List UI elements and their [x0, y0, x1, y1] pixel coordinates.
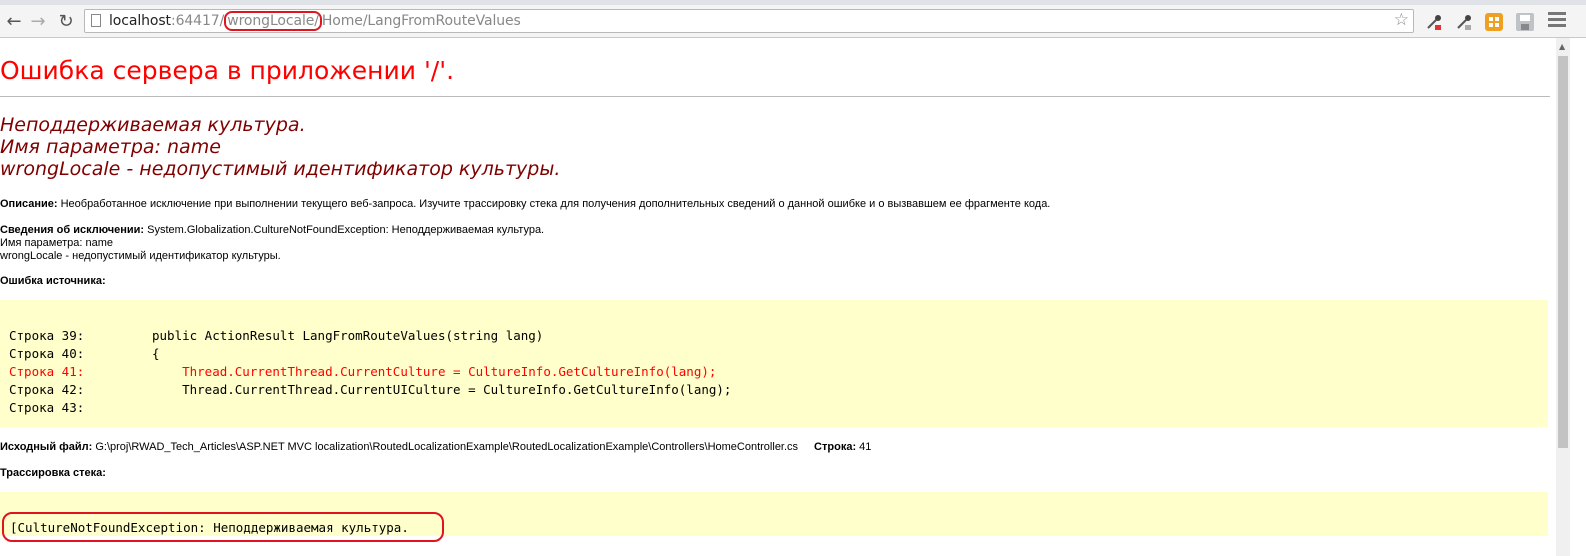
forward-button[interactable]: →	[26, 8, 50, 34]
source-error-label: Ошибка источника:	[0, 275, 106, 287]
message-line: Имя параметра: name	[0, 136, 221, 158]
stack-trace-line: [CultureNotFoundException: Неподдерживае…	[10, 520, 409, 535]
exception-line: wrongLocale - недопустимый идентификатор…	[0, 250, 281, 262]
source-line: Строка 43:	[9, 400, 85, 415]
source-line: Строка 42: Thread.CurrentThread.CurrentU…	[9, 382, 732, 397]
browser-menu-icon[interactable]	[1548, 12, 1566, 32]
exception-text: System.Globalization.CultureNotFoundExce…	[144, 224, 545, 236]
exception-details: Сведения об исключении: System.Globaliza…	[0, 224, 544, 263]
source-file-path: G:\proj\RWAD_Tech_Articles\ASP.NET MVC l…	[92, 441, 799, 453]
page-icon	[91, 14, 101, 27]
url-host: localhost	[109, 13, 171, 29]
source-file-label: Исходный файл:	[0, 441, 93, 453]
scroll-up-icon[interactable]: ▲	[1559, 42, 1565, 51]
bookmark-star-icon[interactable]: ☆	[1394, 10, 1409, 30]
page-content: Ошибка сервера в приложении '/'. Неподде…	[0, 38, 1556, 556]
message-line: wrongLocale - недопустимый идентификатор…	[0, 158, 561, 180]
exception-line: Имя параметра: name	[0, 237, 114, 249]
description-label: Описание:	[0, 198, 58, 210]
url-port: :64417/	[170, 13, 225, 29]
scrollbar-thumb[interactable]	[1558, 56, 1568, 448]
line-number: 41	[856, 441, 872, 453]
source-file-info: Исходный файл: G:\proj\RWAD_Tech_Article…	[0, 441, 871, 454]
url-locale-highlight: wrongLocale/	[224, 11, 322, 31]
error-heading: Ошибка сервера в приложении '/'.	[0, 56, 455, 85]
description-text: Необработанное исключение при выполнении…	[57, 198, 1051, 210]
exception-label: Сведения об исключении:	[0, 224, 145, 236]
reload-button[interactable]: ↻	[54, 8, 78, 34]
vertical-scrollbar[interactable]: ▲	[1556, 38, 1570, 556]
heading-divider	[0, 96, 1550, 97]
message-line: Неподдерживаемая культура.	[0, 114, 306, 136]
source-line: Строка 39: public ActionResult LangFromR…	[9, 328, 544, 343]
url-text[interactable]: localhost:64417/wrongLocale/Home/LangFro…	[109, 11, 521, 31]
back-button[interactable]: ←	[2, 8, 26, 34]
eyedropper-extension-icon[interactable]	[1425, 13, 1443, 31]
line-label: Строка:	[814, 441, 857, 453]
stack-trace-box: [CultureNotFoundException: Неподдерживае…	[0, 492, 1548, 542]
stack-trace-label: Трассировка стека:	[0, 467, 106, 479]
source-code-box: Строка 39: public ActionResult LangFromR…	[0, 300, 1548, 427]
save-page-icon[interactable]	[1516, 13, 1534, 31]
description-block: Описание: Необработанное исключение при …	[0, 198, 1050, 211]
rss-extension-icon[interactable]	[1485, 13, 1503, 31]
address-bar[interactable]: localhost:64417/wrongLocale/Home/LangFro…	[84, 9, 1414, 33]
eyedropper-alt-extension-icon[interactable]	[1455, 13, 1473, 31]
source-line-highlighted: Строка 41: Thread.CurrentThread.CurrentC…	[9, 364, 717, 379]
source-line: Строка 40: {	[9, 346, 160, 361]
error-message: Неподдерживаемая культура. Имя параметра…	[0, 114, 560, 180]
url-path: Home/LangFromRouteValues	[321, 13, 521, 29]
browser-toolbar: ← → ↻ localhost:64417/wrongLocale/Home/L…	[0, 5, 1586, 38]
